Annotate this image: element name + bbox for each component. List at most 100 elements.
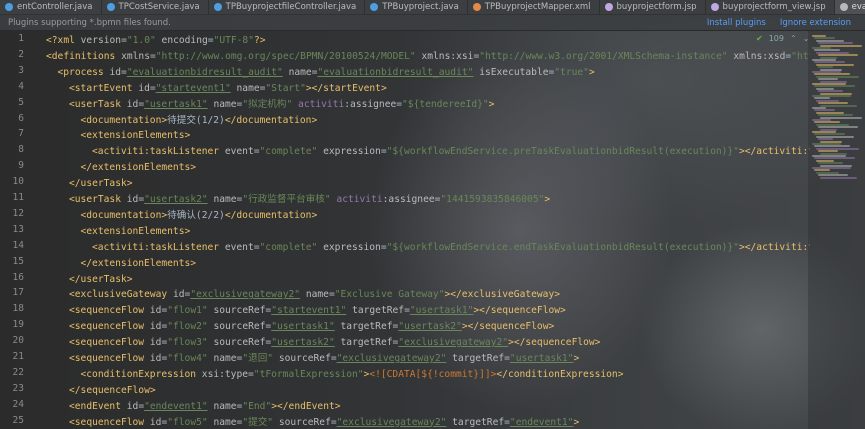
code-token: ></sequenceFlow> <box>473 305 566 317</box>
editor-tab[interactable]: TPCostService.java <box>102 0 209 14</box>
code-token: <sequenceFlow <box>69 305 150 317</box>
code-token: event <box>224 146 254 158</box>
code-token: "End" <box>242 400 272 412</box>
editor-tab-label: TPBuyproject.java <box>382 2 459 12</box>
file-type-icon <box>604 3 613 11</box>
code-token: sourceRef <box>213 337 266 349</box>
line-number: 18 <box>12 303 24 315</box>
code-line: <extensionElements> <box>81 128 191 144</box>
code-token: <exclusiveGateway <box>69 289 173 301</box>
line-number: 21 <box>12 351 24 362</box>
code-token: encoding <box>161 35 208 46</box>
code-line: <activiti:taskListener event="complete" … <box>92 240 810 256</box>
code-token: "exclusivegateway2" <box>398 337 509 349</box>
code-token: 待确认(2/2) <box>167 209 225 221</box>
code-token: "Exclusive Gateway" <box>334 289 445 301</box>
minimap-stroke <box>818 162 843 165</box>
line-number: 13 <box>12 223 24 235</box>
previous-highlight-icon[interactable]: ⌃ <box>790 34 797 43</box>
code-token: "usertask2" <box>398 321 462 333</box>
code-token: version <box>80 35 122 46</box>
editor-tab[interactable]: entController.java <box>0 0 102 14</box>
code-token: "complete" <box>259 146 318 158</box>
code-token: "http://www.omg.org/spec/BPMN/20100524/M… <box>155 50 416 62</box>
code-token: xmlns:xsd <box>733 50 786 62</box>
code-line: <sequenceFlow id="flow4" name="退回" sourc… <box>69 351 579 367</box>
code-token: id <box>149 416 162 428</box>
code-token: "提交" <box>242 416 274 428</box>
file-type-icon <box>370 3 379 11</box>
code-minimap[interactable] <box>808 31 865 429</box>
code-token: "evaluationbidresult_audit" <box>317 66 474 78</box>
code-token: "UTF-8" <box>213 35 254 46</box>
inspection-widget[interactable]: ✔ 109 ⌃ ⌄ <box>756 34 809 43</box>
code-token: expression <box>323 146 381 158</box>
code-token: id <box>149 321 162 333</box>
code-token: > <box>573 416 580 428</box>
line-number: 19 <box>12 319 24 331</box>
code-token: "usertask1" <box>409 305 474 317</box>
editor-tab-label: TPCostService.java <box>118 2 200 12</box>
line-number: 25 <box>12 414 24 426</box>
code-token: name <box>305 289 329 301</box>
code-line: </extensionElements> <box>81 160 197 176</box>
line-number: 17 <box>12 287 24 299</box>
code-token: sourceRef <box>278 353 331 364</box>
code-token: name <box>288 66 312 78</box>
minimap-stroke <box>818 90 843 93</box>
editor-tab[interactable]: buyprojectform.jsp <box>600 0 706 14</box>
install-plugins-link[interactable]: Install plugins <box>707 18 766 28</box>
code-token: "拟定机构" <box>242 98 293 110</box>
code-token: ></activiti:ta <box>738 146 810 158</box>
code-token: "flow2" <box>167 321 208 333</box>
editor-tab[interactable]: buyprojectform_view.jsp <box>706 0 835 14</box>
editor-tab-label: buyprojectform.jsp <box>616 2 697 12</box>
file-type-icon <box>839 3 848 11</box>
code-token: activiti <box>298 98 345 110</box>
code-line: <userTask id="usertask1" name="拟定机构" act… <box>69 97 494 113</box>
code-token: "evaluationbidresult_audit" <box>126 66 283 78</box>
minimap-stroke <box>818 150 838 153</box>
code-token: <userTask <box>69 194 127 205</box>
code-token: "usertask1" <box>144 98 208 110</box>
code-token: <definitions <box>46 50 122 62</box>
code-token: <activiti:taskListener <box>92 241 225 253</box>
code-token: sourceRef <box>278 416 331 428</box>
editor-tab[interactable]: evaluationbidresult_audit.bpmn× <box>834 0 865 14</box>
code-token: id <box>149 353 162 364</box>
code-line: <?xml version="1.0" encoding="UTF-8"?> <box>46 33 266 49</box>
file-type-icon <box>213 3 222 11</box>
editor-tab[interactable]: TPBuyprojectfileController.java <box>209 0 366 14</box>
code-token: name <box>213 194 237 205</box>
plugin-notification-message: Plugins supporting *.bpmn files found. <box>8 17 171 28</box>
line-number: 10 <box>12 176 24 188</box>
code-token: sourceRef <box>213 305 266 317</box>
next-highlight-icon[interactable]: ⌄ <box>803 34 810 43</box>
code-token: <endEvent <box>69 400 127 412</box>
code-token: <conditionExpression <box>80 368 202 380</box>
line-number: 12 <box>12 207 24 219</box>
ignore-extension-link[interactable]: Ignore extension <box>780 18 851 28</box>
code-token: "tFormalExpression" <box>253 368 364 380</box>
editor-tab[interactable]: TPBuyproject.java <box>365 0 468 14</box>
code-token: </conditionExpression> <box>496 368 624 380</box>
code-editor[interactable]: <?xml version="1.0" encoding="UTF-8"?> <d… <box>38 31 810 429</box>
code-token: name <box>213 98 237 110</box>
editor-tab[interactable]: TPBuyprojectMapper.xml <box>468 0 600 14</box>
editor-tab-label: evaluationbidresult_audit.bpmn <box>851 2 865 12</box>
code-token: :assignee <box>344 98 397 110</box>
code-token: "usertask1" <box>271 321 335 333</box>
code-token: <![CDATA[${!commit}]]> <box>369 368 497 380</box>
code-token: "usertask2" <box>144 194 208 205</box>
code-token: </documentation> <box>224 209 318 221</box>
code-line: </extensionElements> <box>81 256 197 272</box>
minimap-stroke <box>820 176 857 179</box>
code-token: "startevent1" <box>155 82 231 94</box>
code-token: "endevent1" <box>144 400 208 412</box>
minimap-stroke <box>818 54 858 57</box>
code-token: <sequenceFlow <box>69 321 150 333</box>
line-number-gutter[interactable]: 1 2 3 4 5 6 7 8 9 10 11 12 13 14 15 16 17 18 19 20 21 22 23 24 2… <box>0 31 38 429</box>
code-token: 待提交(1/2) <box>167 114 225 126</box>
code-line: </userTask> <box>69 272 133 288</box>
code-token: </userTask> <box>69 273 133 285</box>
